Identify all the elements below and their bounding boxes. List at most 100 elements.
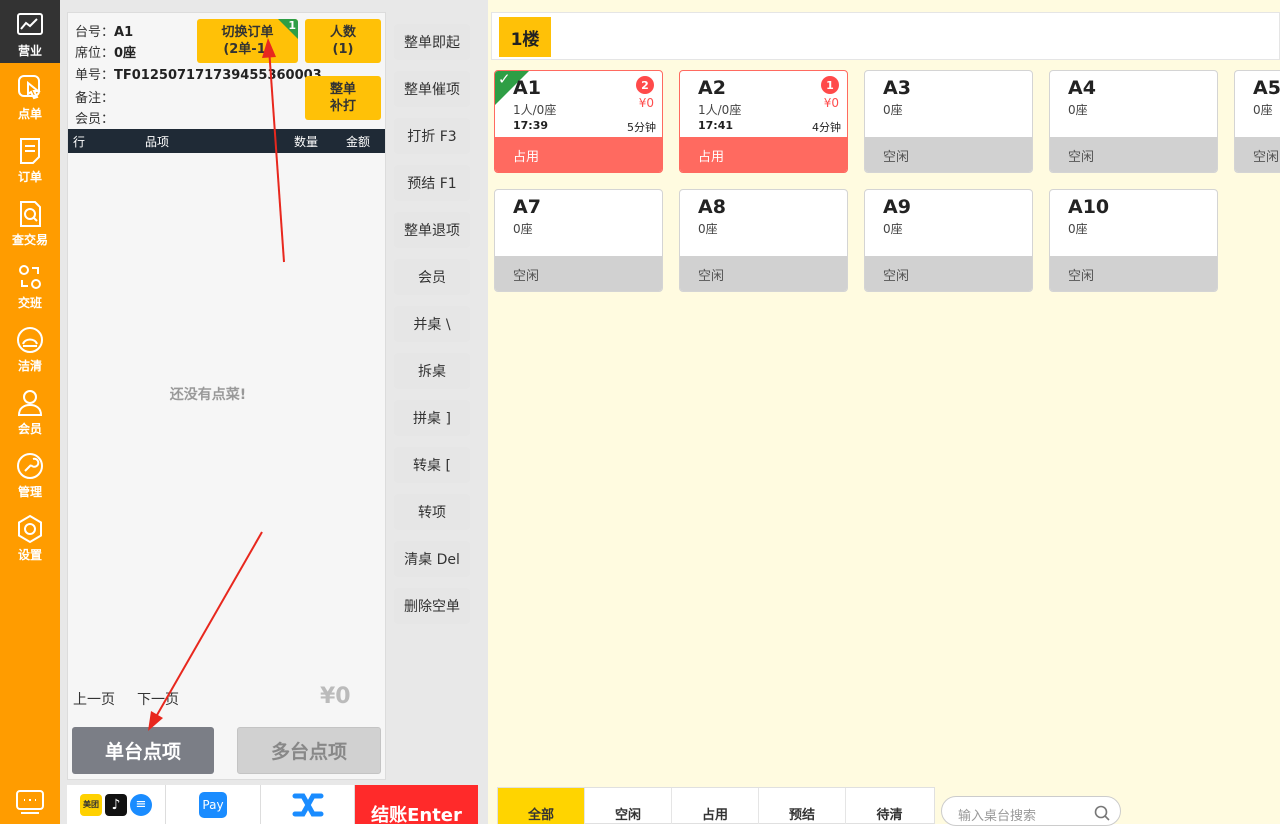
floor-bar <box>491 12 1280 60</box>
pre-settle-button[interactable]: 预结 F1 <box>394 165 470 201</box>
filter-idle-tab[interactable]: 空闲 <box>585 788 672 824</box>
order-count-badge: 2 <box>636 76 654 94</box>
table-card-a1[interactable]: ✓ A1 2 ¥0 1人/0座 17:39 5分钟 占用 <box>494 70 663 173</box>
next-page-button[interactable]: 下一页 <box>137 689 179 709</box>
people-value: (1) <box>332 42 354 57</box>
sidebar-item-business[interactable]: 营业 <box>0 0 60 63</box>
start-all-button[interactable]: 整单即起 <box>394 24 470 60</box>
scan-pay-button[interactable] <box>261 785 355 824</box>
reprint-order-button[interactable]: 整单 补打 <box>305 76 381 120</box>
sidebar-item-label: 会员 <box>17 422 42 436</box>
table-card-a4[interactable]: A4 0座 空闲 <box>1049 70 1218 173</box>
gear-icon <box>18 514 42 544</box>
shift-icon <box>19 265 41 289</box>
sidebar-item-shift[interactable]: 交班 <box>0 252 60 315</box>
sidebar-item-orders[interactable]: 订单 <box>0 126 60 189</box>
sidebar-item-member[interactable]: 会员 <box>0 378 60 441</box>
filter-occupied-tab[interactable]: 占用 <box>672 788 759 824</box>
checkout-button[interactable]: 结账Enter <box>355 785 478 824</box>
sidebar-item-order-dish[interactable]: 点单 <box>0 63 60 126</box>
table-name: A4 <box>1068 77 1096 99</box>
table-name: A8 <box>698 196 726 218</box>
merge-table-button[interactable]: 并桌 \ <box>394 306 470 342</box>
clean-icon <box>17 327 43 353</box>
split-table-button[interactable]: 拆桌 <box>394 353 470 389</box>
table-status: 空闲 <box>1235 137 1280 172</box>
table-status: 空闲 <box>1050 137 1217 172</box>
table-seats: 0座 <box>883 103 903 117</box>
col-item: 品项 <box>145 135 170 149</box>
order-total: ¥0 <box>320 684 351 709</box>
switch-order-button[interactable]: 切换订单 (2单-1) 1 <box>197 19 298 63</box>
floor-tab-1[interactable]: 1楼 <box>499 17 551 57</box>
table-status: 空闲 <box>680 256 847 291</box>
table-seats: 0座 <box>1068 222 1088 236</box>
empty-message: 还没有点菜! <box>169 387 247 403</box>
multi-table-order-button[interactable]: 多台点项 <box>237 727 381 774</box>
people-count-button[interactable]: 人数 (1) <box>305 19 381 63</box>
table-time: 17:39 <box>513 119 549 132</box>
sidebar-item-label: 管理 <box>17 485 42 499</box>
join-table-button[interactable]: 拼桌 ] <box>394 400 470 436</box>
table-card-a8[interactable]: A8 0座 空闲 <box>679 189 848 292</box>
sidebar-item-transactions[interactable]: 查交易 <box>0 189 60 252</box>
table-status: 空闲 <box>865 137 1032 172</box>
coupon-icon: ≡ <box>130 793 152 816</box>
scan-pay-icon <box>292 793 323 816</box>
table-seats: 1人/0座 <box>698 103 742 117</box>
member-button[interactable]: 会员 <box>394 259 470 295</box>
sidebar-item-clean[interactable]: 洁清 <box>0 315 60 378</box>
table-card-a7[interactable]: A7 0座 空闲 <box>494 189 663 292</box>
table-status: 空闲 <box>1050 256 1217 291</box>
search-icon[interactable] <box>1094 805 1110 821</box>
table-number: 台号：A1 <box>75 25 134 40</box>
filter-presettled-tab[interactable]: 预结 <box>759 788 846 824</box>
chat-icon[interactable] <box>15 788 45 816</box>
order-number: 单号：TF012507171739455360003 <box>75 68 322 83</box>
sidebar: 营业 点单 订单 查交易 交班 洁清 会员 管理 设置 <box>0 0 60 824</box>
table-seats: 0座 <box>1253 103 1273 117</box>
sidebar-item-label: 洁清 <box>17 359 42 373</box>
table-amount: ¥0 <box>823 96 839 110</box>
table-status: 空闲 <box>865 256 1032 291</box>
transfer-table-button[interactable]: 转桌 [ <box>394 447 470 483</box>
platform-icons[interactable]: 美团 ♪ ≡ <box>67 785 166 824</box>
douyin-icon: ♪ <box>105 793 127 816</box>
order-doc-icon <box>20 138 40 164</box>
table-status: 空闲 <box>495 256 662 291</box>
single-table-order-button[interactable]: 单台点项 <box>72 727 214 774</box>
prev-page-button[interactable]: 上一页 <box>73 689 115 709</box>
table-name: A7 <box>513 196 541 218</box>
delete-empty-order-button[interactable]: 删除空单 <box>394 588 470 624</box>
transfer-item-button[interactable]: 转项 <box>394 494 470 530</box>
table-duration: 5分钟 <box>627 121 656 134</box>
table-card-a10[interactable]: A10 0座 空闲 <box>1049 189 1218 292</box>
table-duration: 4分钟 <box>812 121 841 134</box>
clear-table-button[interactable]: 清桌 Del <box>394 541 470 577</box>
table-card-a2[interactable]: A2 1 ¥0 1人/0座 17:41 4分钟 占用 <box>679 70 848 173</box>
reprint-label-1: 整单 <box>329 82 356 97</box>
table-card-a9[interactable]: A9 0座 空闲 <box>864 189 1033 292</box>
table-name: A3 <box>883 77 911 99</box>
return-all-button[interactable]: 整单退项 <box>394 212 470 248</box>
order-count-badge-text: 1 <box>288 19 296 32</box>
sidebar-item-label: 点单 <box>17 107 42 121</box>
table-name: A1 <box>513 77 541 99</box>
table-seats: 0座 <box>883 222 903 236</box>
table-card-a5[interactable]: A5 0座 空闲 <box>1234 70 1280 173</box>
filter-to-clean-tab[interactable]: 待清 <box>846 788 933 824</box>
seat-info: 席位：0座 <box>75 46 137 61</box>
filter-all-tab[interactable]: 全部 <box>498 788 585 824</box>
sidebar-item-manage[interactable]: 管理 <box>0 441 60 504</box>
switch-order-label: 切换订单 <box>221 25 274 40</box>
discount-button[interactable]: 打折 F3 <box>394 118 470 154</box>
table-name: A2 <box>698 77 726 99</box>
urge-all-button[interactable]: 整单催项 <box>394 71 470 107</box>
items-table-header: 行 品项 数量 金额 <box>68 129 385 153</box>
table-card-a3[interactable]: A3 0座 空闲 <box>864 70 1033 173</box>
pay-icon: Pay <box>199 791 227 818</box>
pay-button[interactable]: Pay <box>166 785 261 824</box>
meituan-icon: 美团 <box>80 793 102 816</box>
sidebar-item-settings[interactable]: 设置 <box>0 504 60 567</box>
table-amount: ¥0 <box>638 96 654 110</box>
